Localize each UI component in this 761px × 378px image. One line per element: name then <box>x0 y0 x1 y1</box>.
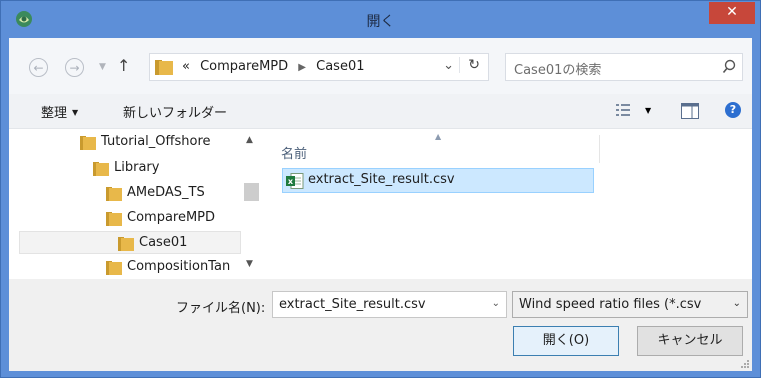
breadcrumb-item-case01[interactable]: Case01 <box>316 59 364 74</box>
tree-item-tutorial-offshore[interactable]: Tutorial_Offshore <box>79 131 241 154</box>
folder-icon <box>80 136 96 150</box>
filename-value: extract_Site_result.csv <box>279 297 426 312</box>
tree-item-comparempd[interactable]: CompareMPD <box>105 207 242 230</box>
cancel-button[interactable]: キャンセル <box>637 326 743 356</box>
tree-item-label: Tutorial_Offshore <box>101 134 211 149</box>
column-header-name[interactable]: 名前 <box>281 143 307 162</box>
navigation-pane: Tutorial_Offshore Library AMeDAS_TS Comp… <box>9 129 261 279</box>
filetype-value: Wind speed ratio files (*.csv <box>519 297 702 312</box>
refresh-icon[interactable]: ↻ <box>459 57 480 73</box>
tree-item-library[interactable]: Library <box>92 157 242 180</box>
preview-pane-icon[interactable] <box>681 103 699 119</box>
open-button[interactable]: 開く(O) <box>513 326 619 356</box>
view-dropdown-icon[interactable]: ▼ <box>645 106 651 115</box>
caret-down-icon: ▼ <box>72 108 79 117</box>
address-dropdown-icon[interactable]: ⌄ <box>443 58 454 73</box>
tree-item-amedas-ts[interactable]: AMeDAS_TS <box>105 182 242 205</box>
tree-item-label: Case01 <box>139 235 188 250</box>
search-placeholder: Case01の検索 <box>514 63 602 78</box>
column-divider[interactable] <box>599 135 600 163</box>
search-input[interactable]: Case01の検索 <box>505 53 743 81</box>
tree-item-case01[interactable]: Case01 <box>19 231 241 254</box>
address-row: ← → ▼ ↑ « CompareMPD ▶ Case01 ⌄ ↻ Case01… <box>9 38 752 94</box>
view-options-icon[interactable] <box>616 103 638 117</box>
sort-ascending-icon: ▲ <box>435 132 442 141</box>
file-item[interactable]: x extract_Site_result.csv <box>282 168 594 193</box>
address-bar[interactable]: « CompareMPD ▶ Case01 ⌄ ↻ <box>149 53 489 81</box>
folder-icon <box>93 162 109 176</box>
recent-locations-icon[interactable]: ▼ <box>99 62 106 72</box>
scroll-down-icon[interactable]: ▼ <box>246 259 253 269</box>
file-name: extract_Site_result.csv <box>308 172 455 187</box>
tree-item-label: AMeDAS_TS <box>127 185 205 200</box>
help-icon[interactable]: ? <box>725 102 741 118</box>
scroll-thumb[interactable] <box>244 183 259 201</box>
breadcrumb: « CompareMPD ▶ Case01 <box>182 59 365 74</box>
organize-label: 整理 <box>41 106 68 121</box>
filetype-select[interactable]: Wind speed ratio files (*.csv ⌄ <box>512 291 748 318</box>
tree-item-label: CompositionTan <box>127 259 231 274</box>
breadcrumb-overflow[interactable]: « <box>182 59 190 74</box>
window-title: 開く <box>366 14 395 30</box>
breadcrumb-item-comparempd[interactable]: CompareMPD <box>200 59 288 74</box>
filename-label: ファイル名(N): <box>176 301 266 316</box>
chevron-down-icon: ⌄ <box>732 298 741 309</box>
forward-icon[interactable]: → <box>65 58 84 77</box>
folder-icon <box>106 212 122 226</box>
close-button[interactable]: ✕ <box>709 2 755 24</box>
chevron-down-icon[interactable]: ⌄ <box>492 298 500 309</box>
search-icon[interactable] <box>722 59 736 75</box>
up-arrow-icon[interactable]: ↑ <box>117 56 130 75</box>
tree-item-compositiontan[interactable]: CompositionTan <box>105 256 242 279</box>
bottom-panel: ファイル名(N): extract_Site_result.csv ⌄ Wind… <box>9 279 752 371</box>
content-area: Tutorial_Offshore Library AMeDAS_TS Comp… <box>9 129 752 279</box>
folder-icon <box>118 237 134 251</box>
tree-item-label: CompareMPD <box>127 210 216 225</box>
excel-csv-icon: x <box>286 173 304 189</box>
tree-scrollbar[interactable]: ▲ ▼ <box>243 129 260 279</box>
scroll-up-icon[interactable]: ▲ <box>246 135 253 145</box>
title-bar[interactable]: 開く ✕ <box>1 1 760 38</box>
open-dialog: 開く ✕ ← → ▼ ↑ « CompareMPD ▶ Case01 ⌄ ↻ C… <box>0 0 761 378</box>
file-list: ▲ 名前 x extract_Site_result.csv <box>265 129 752 279</box>
organize-menu[interactable]: 整理 ▼ <box>41 102 78 121</box>
svg-text:x: x <box>288 177 294 186</box>
tree-item-label: Library <box>114 160 160 175</box>
filename-input[interactable]: extract_Site_result.csv ⌄ <box>272 291 507 318</box>
command-toolbar: 整理 ▼ 新しいフォルダー ▼ ? <box>9 94 752 129</box>
folder-icon <box>106 261 122 275</box>
back-icon[interactable]: ← <box>29 58 48 77</box>
folder-icon <box>106 187 122 201</box>
new-folder-button[interactable]: 新しいフォルダー <box>123 102 227 121</box>
breadcrumb-separator-icon[interactable]: ▶ <box>298 62 306 73</box>
resize-grip-icon[interactable] <box>740 359 750 369</box>
folder-icon <box>155 60 173 75</box>
dialog-client: ← → ▼ ↑ « CompareMPD ▶ Case01 ⌄ ↻ Case01… <box>9 38 752 371</box>
